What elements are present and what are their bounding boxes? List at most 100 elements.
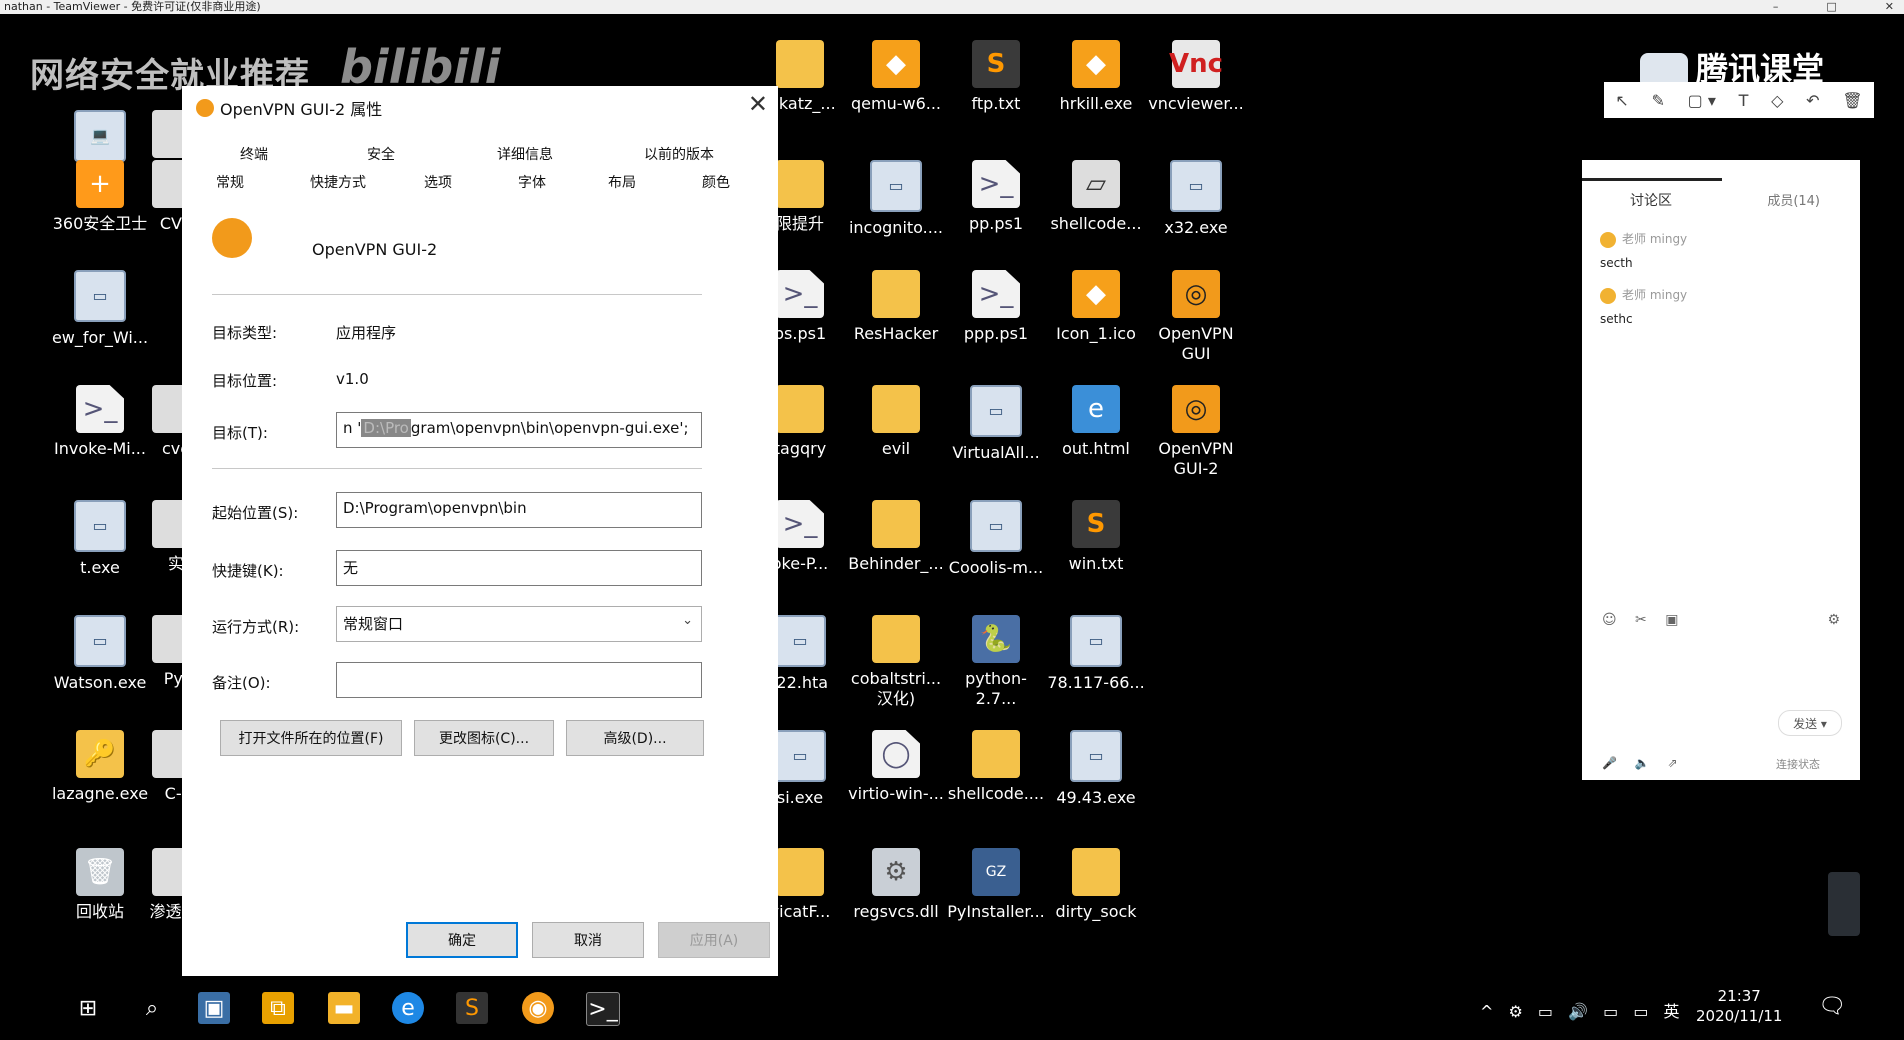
pen-icon[interactable]: ✎ — [1652, 91, 1665, 110]
tab-members[interactable]: 成员(14) — [1767, 190, 1820, 209]
tab-colors[interactable]: 颜色 — [702, 172, 730, 192]
desktop-icon[interactable]: Behinder_... — [846, 500, 946, 574]
desktop-icon[interactable]: Sftp.txt — [946, 40, 1046, 114]
desktop-icon[interactable]: ▭ 49.43.exe — [1046, 730, 1146, 808]
desktop-icon[interactable]: Vnc vncviewer... — [1146, 40, 1246, 114]
search-icon[interactable]: ⌕ — [136, 992, 168, 1024]
clock[interactable]: 21:37 2020/11/11 — [1696, 986, 1782, 1026]
file-icon: ◆ — [1072, 40, 1120, 88]
start-in-field[interactable]: D:\Program\openvpn\bin — [336, 492, 702, 528]
system-tray-icons[interactable]: ^ ⚙ ▭ 🔊 ▭ ▭ 英 — [1480, 998, 1680, 1022]
desktop-icon[interactable]: cobaltstri... 汉化) — [846, 615, 946, 709]
desktop-icon[interactable]: ◆ Icon_1.ico — [1046, 270, 1146, 344]
desktop-icon[interactable]: ▭ 78.117-66... — [1046, 615, 1146, 693]
file-icon: Vnc — [1169, 40, 1223, 88]
desktop-icon[interactable]: ◎ OpenVPN GUI — [1146, 270, 1246, 364]
desktop-icon[interactable]: shellcode.... — [946, 730, 1046, 804]
desktop-icon[interactable]: ◯ virtio-win-... — [846, 730, 946, 804]
shape-icon[interactable]: ▢ ▾ — [1688, 91, 1716, 110]
tab-options[interactable]: 选项 — [424, 172, 452, 192]
tab-shortcut[interactable]: 快捷方式 — [310, 172, 366, 194]
apply-button[interactable]: 应用(A) — [658, 922, 770, 958]
avatar — [1600, 231, 1616, 248]
input-toolbar-icons[interactable]: ☺ ✂ ▣ — [1602, 612, 1678, 628]
desktop-icon[interactable]: ResHacker — [846, 270, 946, 344]
dialog-close-icon[interactable]: ✕ — [748, 90, 768, 118]
send-button[interactable]: 发送 ▾ — [1778, 710, 1842, 736]
undo-icon[interactable]: ↶ — [1806, 91, 1819, 110]
taskbar-app-chrome-icon[interactable]: ◉ — [522, 992, 554, 1024]
windows-start-icon[interactable]: ⊞ — [72, 992, 104, 1024]
taskbar-app-sublime-icon[interactable]: S — [456, 992, 488, 1024]
desktop-icon[interactable]: ▭ ew_for_Wi... — [50, 270, 150, 348]
advanced-button[interactable]: 高级(D)... — [566, 720, 704, 756]
comment-field[interactable] — [336, 662, 702, 698]
hotkey-field[interactable]: 无 — [336, 550, 702, 586]
desktop-icon-label: x32.exe — [1164, 218, 1228, 237]
trash-icon[interactable]: 🗑 — [1842, 91, 1862, 110]
desktop-icon[interactable]: >_ ppp.ps1 — [946, 270, 1046, 344]
taskbar-app-edge-icon[interactable]: e — [392, 992, 424, 1024]
taskbar-app-terminal-icon[interactable]: >_ — [586, 992, 620, 1026]
desktop-icon[interactable]: GZ PyInstaller... — [946, 848, 1046, 922]
eraser-icon[interactable]: ◇ — [1771, 91, 1783, 110]
desktop-icon-label: win.txt — [1068, 554, 1124, 573]
desktop-icon[interactable]: dirty_sock — [1046, 848, 1146, 922]
file-icon: ◎ — [1172, 385, 1220, 433]
tab-previous-versions[interactable]: 以前的版本 — [644, 144, 714, 164]
desktop-icon-label: cobaltstri... 汉化) — [850, 669, 942, 708]
media-icons[interactable]: 🎤 🔈 ⇗ — [1602, 756, 1678, 770]
tab-layout[interactable]: 布局 — [608, 172, 636, 192]
close-icon[interactable]: ✕ — [1885, 0, 1894, 13]
desktop-icon[interactable]: ▱ shellcode... — [1046, 160, 1146, 234]
file-icon: >_ — [776, 500, 824, 548]
cancel-button[interactable]: 取消 — [532, 922, 644, 958]
chat-message: 老师 mingy sethc — [1600, 286, 1687, 326]
file-icon: e — [1072, 385, 1120, 433]
taskbar-app-teamviewer-icon[interactable]: ▣ — [198, 992, 230, 1024]
desktop-icon-label: regsvcs.dll — [853, 902, 939, 921]
desktop-icon[interactable]: Swin.txt — [1046, 500, 1146, 574]
tab-security[interactable]: 安全 — [367, 144, 395, 164]
target-location-label: 目标位置: — [212, 372, 278, 390]
run-select[interactable]: 常规窗口 ⌄ — [336, 606, 702, 642]
desktop-icon-label: pp.ps1 — [968, 214, 1024, 233]
pointer-icon[interactable]: ↖ — [1615, 91, 1628, 110]
file-icon — [872, 615, 920, 663]
side-handle[interactable] — [1828, 872, 1860, 936]
desktop-icon[interactable]: ▭ VirtualAll... — [946, 385, 1046, 463]
tab-general[interactable]: 常规 — [216, 172, 244, 192]
open-location-button[interactable]: 打开文件所在的位置(F) — [220, 720, 402, 756]
tab-details[interactable]: 详细信息 — [497, 144, 553, 164]
gear-icon[interactable]: ⚙ — [1827, 612, 1840, 628]
desktop-icon[interactable]: 🐍 python-2.7... — [946, 615, 1046, 709]
text-icon[interactable]: T — [1739, 91, 1749, 110]
file-icon: ▭ — [74, 615, 126, 667]
taskbar: ⊞ ⌕ ▣ ⧉ ▬ e S ◉ >_ ^ ⚙ ▭ 🔊 ▭ ▭ 英 21:37 2… — [0, 980, 1904, 1036]
taskbar-app-screenshot-icon[interactable]: ⧉ — [262, 992, 294, 1024]
desktop-icon[interactable]: >_ pp.ps1 — [946, 160, 1046, 234]
desktop-icon[interactable]: ▭ Cooolis-m... — [946, 500, 1046, 578]
tab-font[interactable]: 字体 — [518, 172, 546, 192]
desktop-icon[interactable]: evil — [846, 385, 946, 459]
message-author: 老师 mingy — [1622, 288, 1688, 302]
file-icon — [1072, 848, 1120, 896]
desktop-icon[interactable]: ▭ x32.exe — [1146, 160, 1246, 238]
desktop-icon[interactable]: ⚙ regsvcs.dll — [846, 848, 946, 922]
minimize-icon[interactable]: – — [1773, 0, 1779, 13]
desktop-icon[interactable]: ◆ hrkill.exe — [1046, 40, 1146, 114]
target-field[interactable]: n ' D:\Pro gram\openvpn\bin\openvpn-gui.ex… — [336, 412, 702, 448]
ok-button[interactable]: 确定 — [406, 922, 518, 958]
file-icon — [872, 270, 920, 318]
tab-discussion[interactable]: 讨论区 — [1630, 190, 1672, 210]
desktop-icon-label: ppp.ps1 — [963, 324, 1029, 343]
change-icon-button[interactable]: 更改图标(C)... — [414, 720, 554, 756]
notification-icon[interactable]: 🗨 — [1818, 994, 1846, 1019]
taskbar-app-explorer-icon[interactable]: ▬ — [328, 992, 360, 1024]
desktop-icon[interactable]: ▭ incognito.... — [846, 160, 946, 238]
desktop-icon[interactable]: ◆ qemu-w6... — [846, 40, 946, 114]
tab-terminal[interactable]: 终端 — [240, 144, 268, 164]
desktop-icon[interactable]: ◎ OpenVPN GUI-2 — [1146, 385, 1246, 479]
desktop-icon[interactable]: e out.html — [1046, 385, 1146, 459]
maximize-icon[interactable]: □ — [1826, 0, 1836, 13]
